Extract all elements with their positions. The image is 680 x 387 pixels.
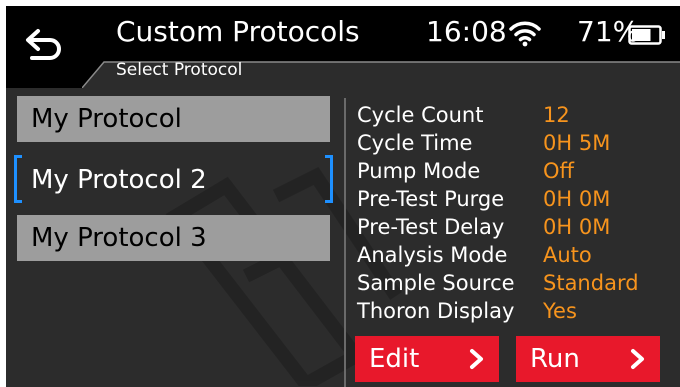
back-button[interactable] (16, 18, 72, 74)
page-subtitle: Select Protocol (116, 60, 243, 80)
detail-value: 0H 0M (543, 187, 611, 211)
detail-label: Sample Source (357, 271, 515, 295)
detail-analysis-mode: Analysis Mode Auto (357, 241, 677, 269)
edit-button-label: Edit (369, 344, 420, 374)
detail-value: 12 (543, 103, 570, 127)
detail-value: 0H 0M (543, 215, 611, 239)
wifi-icon (509, 21, 541, 47)
chevron-right-icon (470, 349, 483, 369)
detail-value: Yes (543, 299, 577, 323)
header-bar: Custom Protocols 16:08 71% Select Protoc… (6, 6, 680, 88)
chevron-right-icon (631, 349, 644, 369)
protocol-item-label: My Protocol 2 (31, 165, 207, 195)
panel-divider (344, 98, 346, 387)
protocol-item-label: My Protocol 3 (31, 223, 207, 253)
selection-bracket-left (14, 155, 22, 203)
detail-pump-mode: Pump Mode Off (357, 157, 677, 185)
detail-label: Analysis Mode (357, 243, 508, 267)
detail-sample-source: Sample Source Standard (357, 269, 677, 297)
protocol-item-1[interactable]: My Protocol (17, 96, 330, 142)
run-button-label: Run (530, 344, 580, 374)
detail-cycle-count: Cycle Count 12 (357, 101, 677, 129)
detail-pre-test-delay: Pre-Test Delay 0H 0M (357, 213, 677, 241)
detail-label: Pre-Test Purge (357, 187, 505, 211)
detail-label: Pre-Test Delay (357, 215, 505, 239)
detail-cycle-time: Cycle Time 0H 5M (357, 129, 677, 157)
protocol-item-2-selected[interactable]: My Protocol 2 (14, 155, 333, 203)
detail-label: Thoron Display (357, 299, 515, 323)
selection-bracket-right (325, 155, 333, 203)
detail-value: Auto (543, 243, 592, 267)
detail-pre-test-purge: Pre-Test Purge 0H 0M (357, 185, 677, 213)
detail-value: Standard (543, 271, 639, 295)
status-clock: 16:08 (426, 15, 507, 48)
detail-label: Cycle Count (357, 103, 484, 127)
detail-thoron-display: Thoron Display Yes (357, 297, 677, 325)
detail-value: 0H 5M (543, 131, 611, 155)
protocol-item-3[interactable]: My Protocol 3 (17, 215, 330, 261)
detail-label: Pump Mode (357, 159, 481, 183)
run-button[interactable]: Run (516, 336, 660, 382)
back-arrow-icon (26, 29, 61, 60)
page-title: Custom Protocols (116, 15, 360, 48)
protocol-item-label: My Protocol (31, 104, 182, 134)
edit-button[interactable]: Edit (355, 336, 499, 382)
detail-value: Off (543, 159, 574, 183)
battery-icon (628, 25, 665, 45)
device-screen: Custom Protocols 16:08 71% Select Protoc… (6, 6, 680, 387)
detail-label: Cycle Time (357, 131, 473, 155)
